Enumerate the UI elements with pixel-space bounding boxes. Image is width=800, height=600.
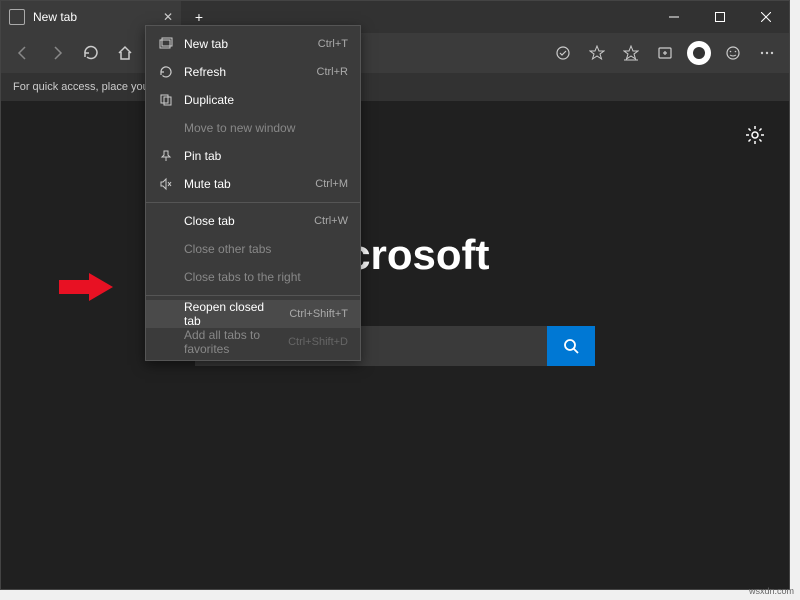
menu-shortcut: Ctrl+W [314, 215, 348, 227]
menu-new-tab[interactable]: New tab Ctrl+T [146, 30, 360, 58]
menu-label: Refresh [184, 65, 307, 79]
close-tab-icon[interactable]: ✕ [163, 10, 173, 24]
annotation-arrow [89, 273, 113, 301]
favorites-bar: For quick access, place your fav [1, 73, 789, 101]
tab-favicon-icon [9, 9, 25, 25]
menu-refresh[interactable]: Refresh Ctrl+R [146, 58, 360, 86]
menu-separator [146, 202, 360, 203]
shopping-icon[interactable] [547, 37, 579, 69]
menu-duplicate[interactable]: Duplicate [146, 86, 360, 114]
mute-icon [158, 176, 174, 192]
favorite-star-icon[interactable] [581, 37, 613, 69]
favorites-button[interactable] [615, 37, 647, 69]
menu-shortcut: Ctrl+R [317, 66, 348, 78]
menu-separator [146, 295, 360, 296]
menu-shortcut: Ctrl+M [315, 178, 348, 190]
menu-close-tab[interactable]: Close tab Ctrl+W [146, 207, 360, 235]
menu-close-other: Close other tabs [146, 235, 360, 263]
search-button[interactable] [547, 326, 595, 366]
refresh-button[interactable] [75, 37, 107, 69]
new-tab-icon [158, 36, 174, 52]
forward-button[interactable] [41, 37, 73, 69]
refresh-icon [158, 64, 174, 80]
home-button[interactable] [109, 37, 141, 69]
collections-icon[interactable] [649, 37, 681, 69]
menu-label: Pin tab [184, 149, 348, 163]
menu-mute-tab[interactable]: Mute tab Ctrl+M [146, 170, 360, 198]
menu-shortcut: Ctrl+T [318, 38, 348, 50]
titlebar: New tab ✕ + [1, 1, 789, 33]
feedback-icon[interactable] [717, 37, 749, 69]
menu-reopen-closed[interactable]: Reopen closed tab Ctrl+Shift+T [146, 300, 360, 328]
menu-shortcut: Ctrl+Shift+D [288, 336, 348, 348]
menu-button[interactable] [751, 37, 783, 69]
menu-label: Close other tabs [184, 242, 348, 256]
tab-title: New tab [33, 10, 77, 24]
browser-window: New tab ✕ + For quick access, place your… [0, 0, 790, 590]
toolbar [1, 33, 789, 73]
menu-add-favorites: Add all tabs to favorites Ctrl+Shift+D [146, 328, 360, 356]
menu-close-right: Close tabs to the right [146, 263, 360, 291]
maximize-button[interactable] [697, 1, 743, 33]
back-button[interactable] [7, 37, 39, 69]
menu-label: Close tabs to the right [184, 270, 348, 284]
page-content: Microsoft [1, 101, 789, 589]
watermark: wsxdn.com [749, 586, 794, 596]
duplicate-icon [158, 92, 174, 108]
profile-button[interactable] [683, 37, 715, 69]
menu-label: New tab [184, 37, 308, 51]
tab-context-menu: New tab Ctrl+T Refresh Ctrl+R Duplicate … [145, 25, 361, 361]
menu-label: Close tab [184, 214, 304, 228]
minimize-button[interactable] [651, 1, 697, 33]
pin-icon [158, 148, 174, 164]
menu-label: Move to new window [184, 121, 348, 135]
menu-pin-tab[interactable]: Pin tab [146, 142, 360, 170]
settings-gear-icon[interactable] [745, 125, 765, 150]
menu-label: Mute tab [184, 177, 305, 191]
menu-shortcut: Ctrl+Shift+T [289, 308, 348, 320]
menu-label: Add all tabs to favorites [184, 328, 278, 356]
close-window-button[interactable] [743, 1, 789, 33]
menu-move-window: Move to new window [146, 114, 360, 142]
window-controls [651, 1, 789, 33]
menu-label: Duplicate [184, 93, 348, 107]
menu-label: Reopen closed tab [184, 300, 279, 328]
